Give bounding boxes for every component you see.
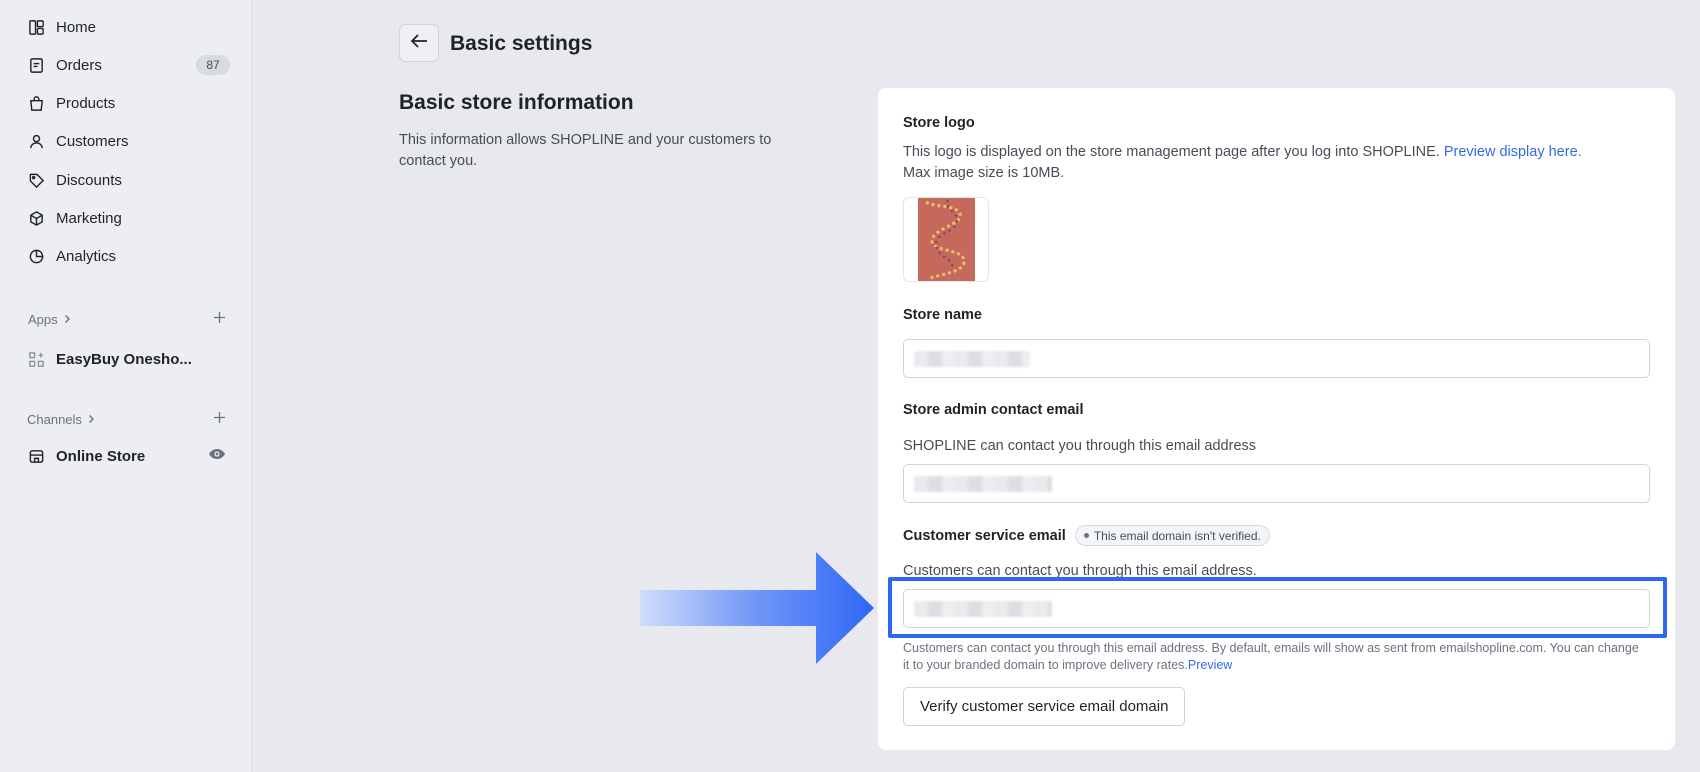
app-grid-icon: [26, 349, 46, 369]
page-title: Basic settings: [450, 32, 593, 55]
sidebar-item-label: Customers: [56, 132, 129, 150]
preview-display-link[interactable]: Preview display here.: [1444, 144, 1582, 160]
sidebar-item-label: Analytics: [56, 247, 117, 265]
apps-heading[interactable]: Apps: [28, 312, 72, 327]
store-logo-upload[interactable]: [903, 197, 989, 282]
sidebar-item-products[interactable]: Products: [26, 89, 115, 117]
admin-email-description: SHOPLINE can contact you through this em…: [903, 438, 1257, 454]
store-name-input[interactable]: [903, 339, 1650, 378]
store-name-label: Store name: [903, 307, 982, 323]
sidebar-item-orders[interactable]: Orders: [26, 51, 102, 79]
sidebar-item-label: Products: [56, 94, 116, 112]
customers-icon: [26, 131, 46, 151]
section-title: Basic store information: [399, 91, 634, 114]
admin-email-label: Store admin contact email: [903, 402, 1084, 418]
plus-icon: [213, 411, 226, 429]
store-logo-description: This logo is displayed on the store mana…: [903, 144, 1582, 181]
cs-email-description: Customers can contact you through this e…: [903, 563, 1257, 579]
store-info-card: Store logo This logo is displayed on the…: [878, 88, 1675, 750]
store-icon: [26, 446, 46, 466]
chevron-right-icon: [86, 412, 96, 427]
add-channel-button[interactable]: [210, 411, 228, 429]
back-button[interactable]: [399, 24, 439, 62]
sidebar-item-analytics[interactable]: Analytics: [26, 242, 116, 270]
sidebar-item-label: Orders: [56, 56, 102, 74]
pointer-arrow-icon: [640, 552, 874, 664]
orders-icon: [26, 55, 46, 75]
analytics-icon: [26, 246, 46, 266]
sidebar-item-discounts[interactable]: Discounts: [26, 166, 122, 194]
sidebar-item-customers[interactable]: Customers: [26, 127, 129, 155]
sidebar-item-marketing[interactable]: Marketing: [26, 204, 122, 232]
sidebar-item-label: EasyBuy Onesho...: [56, 350, 192, 368]
preview-link[interactable]: Preview: [1188, 658, 1232, 672]
arrow-left-icon: [410, 33, 428, 54]
store-logo-label: Store logo: [903, 115, 975, 131]
channels-heading[interactable]: Channels: [27, 412, 96, 427]
eye-icon: [208, 447, 226, 465]
view-store-button[interactable]: [207, 446, 227, 466]
home-icon: [26, 17, 46, 37]
sidebar: Home Orders 87 Products Customers Discou…: [0, 0, 252, 772]
domain-unverified-badge: This email domain isn't verified.: [1074, 525, 1270, 546]
cs-email-label-row: Customer service email This email domain…: [903, 525, 1270, 546]
sidebar-item-label: Home: [56, 18, 97, 36]
sidebar-item-label: Marketing: [56, 209, 122, 227]
sidebar-item-online-store[interactable]: Online Store: [26, 442, 145, 470]
verify-domain-button[interactable]: Verify customer service email domain: [903, 687, 1186, 726]
sidebar-item-app-easybuy[interactable]: EasyBuy Onesho...: [26, 345, 192, 373]
status-dot-icon: [1083, 533, 1089, 538]
sidebar-item-label: Discounts: [56, 171, 122, 189]
redacted-value: [914, 600, 1052, 617]
sidebar-item-label: Online Store: [56, 447, 146, 465]
sidebar-item-home[interactable]: Home: [26, 13, 96, 41]
chevron-right-icon: [62, 312, 72, 327]
products-icon: [26, 93, 46, 113]
discounts-icon: [26, 170, 46, 190]
redacted-value: [914, 350, 1030, 367]
marketing-icon: [26, 208, 46, 228]
cs-email-input[interactable]: [903, 589, 1650, 628]
section-description: This information allows SHOPLINE and you…: [399, 132, 772, 169]
redacted-value: [914, 475, 1052, 492]
add-app-button[interactable]: [210, 311, 228, 329]
orders-count-badge: 87: [196, 55, 230, 75]
admin-email-input[interactable]: [903, 464, 1650, 503]
plus-icon: [213, 311, 226, 329]
store-logo-image: [917, 198, 975, 281]
cs-email-hint: Customers can contact you through this e…: [903, 641, 1639, 672]
